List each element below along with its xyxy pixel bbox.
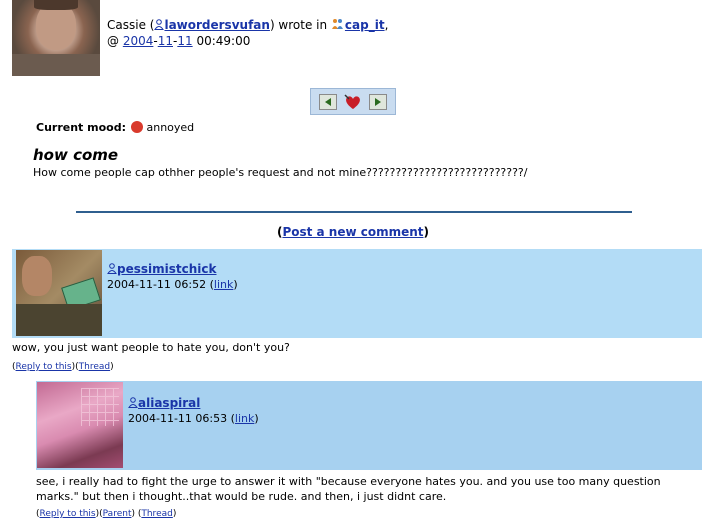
date-year-link[interactable]: 2004 <box>123 34 154 48</box>
comment-permalink[interactable]: link <box>235 412 254 425</box>
poster-username-link[interactable]: lawordersvufan <box>164 18 269 32</box>
reply-link[interactable]: Reply to this <box>40 509 96 519</box>
comment-datetime: 2004-11-11 06:53 <box>128 412 228 425</box>
comment-permalink[interactable]: link <box>214 278 233 291</box>
comment-links: (Reply to this)(Thread) <box>12 362 114 372</box>
comment-date: 2004-11-11 06:52 (link) <box>107 278 238 291</box>
prev-entry-button[interactable] <box>319 93 337 110</box>
comment-username: pessimistchick <box>107 262 217 276</box>
paren-close: ) <box>423 225 430 239</box>
memories-button[interactable] <box>343 93 363 111</box>
date-month-link[interactable]: 11 <box>158 34 173 48</box>
post-comment-row: (Post a new comment) <box>0 225 706 239</box>
angry-mood-icon <box>131 121 144 133</box>
userpic-shirt <box>12 54 100 76</box>
community-link[interactable]: cap_it <box>345 18 385 32</box>
entry-body: How come people cap othher people's requ… <box>33 166 528 179</box>
userpic-face <box>22 256 52 296</box>
user-icon[interactable] <box>128 397 138 408</box>
comment-links: (Reply to this)(Parent) (Thread) <box>36 509 177 519</box>
comment-userpic[interactable] <box>16 250 102 336</box>
thread-link[interactable]: Thread <box>141 509 172 519</box>
comment-userpic[interactable] <box>37 382 123 468</box>
entry-userpic[interactable] <box>12 0 100 76</box>
prev-arrow-icon <box>325 97 331 106</box>
next-arrow-icon <box>375 97 381 106</box>
userpic-hair <box>34 0 78 10</box>
comment-header <box>36 381 702 470</box>
entry-nav-box <box>310 88 396 115</box>
comment-body: see, i really had to fight the urge to a… <box>36 475 661 503</box>
entry-byline: Cassie ( lawordersvufan) wrote in cap_it,… <box>107 18 389 48</box>
byline-comma: , <box>384 18 389 32</box>
current-mood: Current mood: annoyed <box>36 121 194 135</box>
mood-value: annoyed <box>146 121 195 134</box>
comment-datetime: 2004-11-11 06:52 <box>107 278 207 291</box>
userpic-shirt <box>16 304 102 336</box>
divider <box>76 211 632 213</box>
entry-time: 00:49:00 <box>196 34 251 48</box>
comment-username: aliaspiral <box>128 396 200 410</box>
wrote-in-text: ) wrote in <box>269 18 331 32</box>
comment-body: wow, you just want people to hate you, d… <box>12 341 290 354</box>
memories-heart-icon <box>344 93 360 109</box>
reply-link[interactable]: Reply to this <box>16 362 72 372</box>
comment-date: 2004-11-11 06:53 (link) <box>128 412 259 425</box>
comment-username-link[interactable]: pessimistchick <box>117 262 217 276</box>
poster-name: Cassie ( <box>107 18 155 32</box>
next-entry-button[interactable] <box>369 93 387 110</box>
mood-label: Current mood: <box>36 121 126 134</box>
entry-subject: how come <box>33 146 119 164</box>
user-icon[interactable] <box>107 263 117 274</box>
at-sign: @ <box>107 34 119 48</box>
user-icon[interactable] <box>154 19 165 30</box>
userpic-pattern <box>81 388 119 426</box>
thread-link[interactable]: Thread <box>79 362 110 372</box>
community-icon[interactable] <box>331 18 345 30</box>
date-day-link[interactable]: 11 <box>177 34 192 48</box>
comment-username-link[interactable]: aliaspiral <box>138 396 200 410</box>
post-comment-link[interactable]: Post a new comment <box>282 225 423 239</box>
parent-link[interactable]: Parent <box>103 509 132 519</box>
